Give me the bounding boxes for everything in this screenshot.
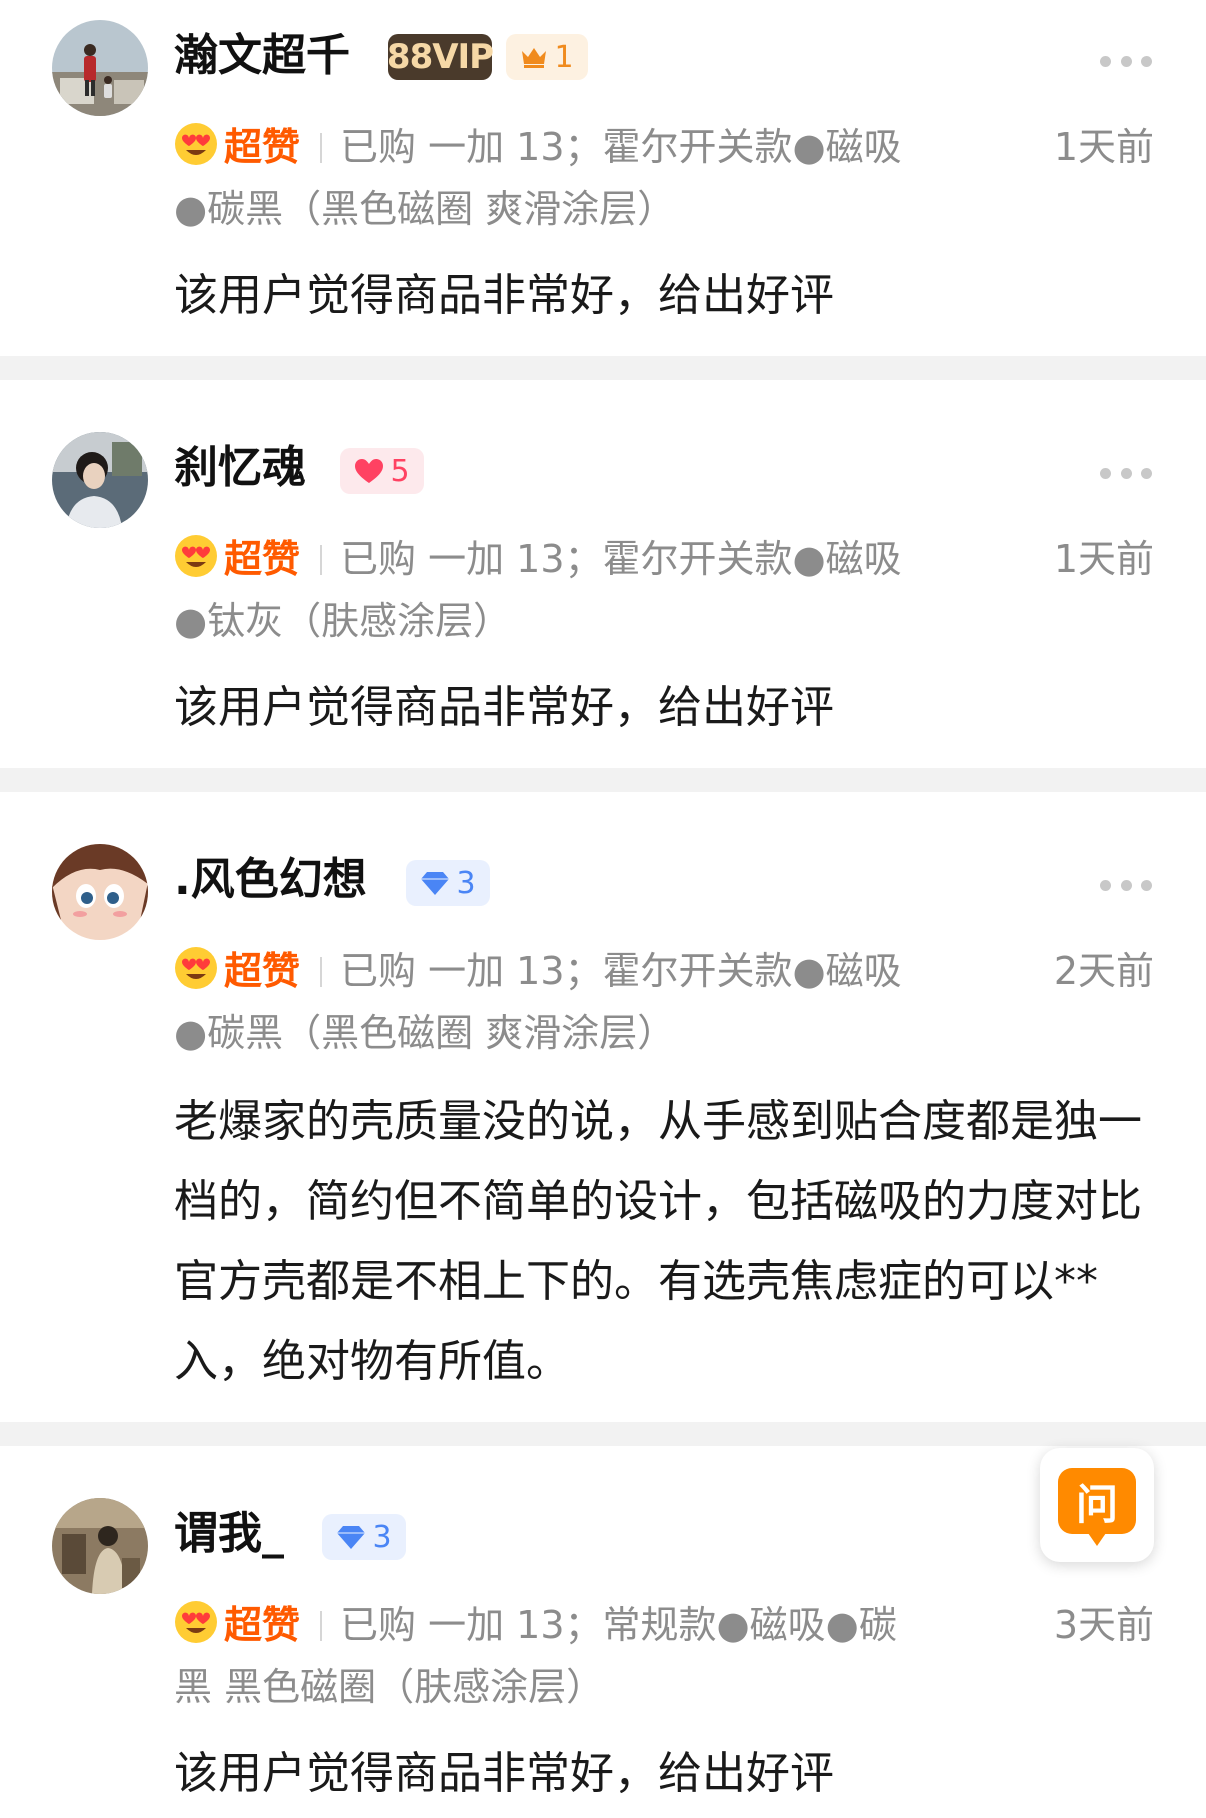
level-badge: 5 xyxy=(340,448,424,494)
level-badge-count: 3 xyxy=(372,1519,392,1555)
review-content[interactable]: 该用户觉得商品非常好，给出好评 xyxy=(174,1734,1154,1814)
review-content[interactable]: 该用户觉得商品非常好，给出好评 xyxy=(174,668,1154,748)
heart-eyes-emoji-icon xyxy=(175,947,217,989)
heart-eyes-emoji-icon xyxy=(175,535,217,577)
review-time: 2天前 xyxy=(1053,949,1154,993)
more-options-button[interactable] xyxy=(1100,878,1152,892)
rating-label: 超赞 xyxy=(224,537,301,581)
heart-eyes-emoji-icon xyxy=(175,123,217,165)
review-card: 谓我_ 3 超赞 已购 一加 13；常规款●磁吸●碳黑 黑色磁圈（肤感涂层） 3天… xyxy=(0,1446,1206,1818)
rating-line: 超赞 已购 一加 13；常规款●磁吸●碳黑 黑色磁圈（肤感涂层） xyxy=(174,1594,934,1718)
heart-icon xyxy=(354,458,384,484)
review-card: 刹忆魂 5 超赞 已购 一加 13；霍尔开关款●磁吸●钛灰（肤感涂层） 1天前 该… xyxy=(0,380,1206,768)
more-dot-icon xyxy=(1120,55,1132,67)
level-badge: 3 xyxy=(322,1514,406,1560)
more-dot-icon xyxy=(1100,467,1111,479)
crown-icon xyxy=(520,45,548,69)
more-dot-icon xyxy=(1120,879,1132,891)
username[interactable]: 谓我_ xyxy=(174,1504,284,1564)
divider xyxy=(320,1611,323,1641)
more-dot-icon xyxy=(1141,879,1152,891)
heart-eyes-emoji-icon xyxy=(175,1601,217,1643)
review-time: 1天前 xyxy=(1053,125,1154,169)
more-dot-icon xyxy=(1100,879,1111,891)
divider xyxy=(320,957,323,987)
more-options-button[interactable] xyxy=(1100,466,1152,480)
review-time: 1天前 xyxy=(1053,537,1154,581)
avatar[interactable] xyxy=(52,844,148,940)
more-options-button[interactable] xyxy=(1100,54,1152,68)
username[interactable]: 刹忆魂 xyxy=(174,438,306,498)
more-dot-icon xyxy=(1141,467,1152,479)
divider xyxy=(320,133,323,163)
level-badge: 3 xyxy=(406,860,490,906)
level-badge-count: 1 xyxy=(554,39,574,75)
review-card: 瀚文超千 88VIP 1 超赞 已购 一加 13；霍尔开关款●磁吸●碳黑（黑色磁圈… xyxy=(0,0,1206,356)
diamond-icon xyxy=(336,1524,366,1550)
rating-label: 超赞 xyxy=(224,1603,301,1647)
rating-line: 超赞 已购 一加 13；霍尔开关款●磁吸●碳黑（黑色磁圈 爽滑涂层） xyxy=(174,116,934,240)
avatar[interactable] xyxy=(52,1498,148,1594)
level-badge: 1 xyxy=(506,34,588,80)
rating-label: 超赞 xyxy=(224,949,301,993)
review-time: 3天前 xyxy=(1053,1603,1154,1647)
rating-line: 超赞 已购 一加 13；霍尔开关款●磁吸●碳黑（黑色磁圈 爽滑涂层） xyxy=(174,940,934,1064)
level-badge-count: 5 xyxy=(390,453,410,489)
more-dot-icon xyxy=(1120,467,1132,479)
review-content[interactable]: 老爆家的壳质量没的说，从手感到贴合度都是独一档的，简约但不简单的设计，包括磁吸的… xyxy=(174,1082,1154,1402)
rating-line: 超赞 已购 一加 13；霍尔开关款●磁吸●钛灰（肤感涂层） xyxy=(174,528,934,652)
avatar[interactable] xyxy=(52,20,148,116)
vip-badge-label: 88VIP xyxy=(386,37,494,77)
username[interactable]: 瀚文超千 xyxy=(174,26,350,86)
review-content[interactable]: 该用户觉得商品非常好，给出好评 xyxy=(174,256,1154,336)
more-dot-icon xyxy=(1100,55,1111,67)
ask-icon: 问 xyxy=(1058,1468,1136,1546)
review-card: .风色幻想 3 超赞 已购 一加 13；霍尔开关款●磁吸●碳黑（黑色磁圈 爽滑涂层… xyxy=(0,792,1206,1422)
rating-label: 超赞 xyxy=(224,125,301,169)
username[interactable]: .风色幻想 xyxy=(174,850,367,910)
vip-badge: 88VIP xyxy=(386,34,494,80)
diamond-icon xyxy=(420,870,450,896)
ask-question-button[interactable]: 问 xyxy=(1040,1448,1154,1562)
divider xyxy=(320,545,323,575)
avatar[interactable] xyxy=(52,432,148,528)
ask-button-label: 问 xyxy=(1075,1479,1118,1529)
more-dot-icon xyxy=(1141,55,1152,67)
level-badge-count: 3 xyxy=(456,865,476,901)
